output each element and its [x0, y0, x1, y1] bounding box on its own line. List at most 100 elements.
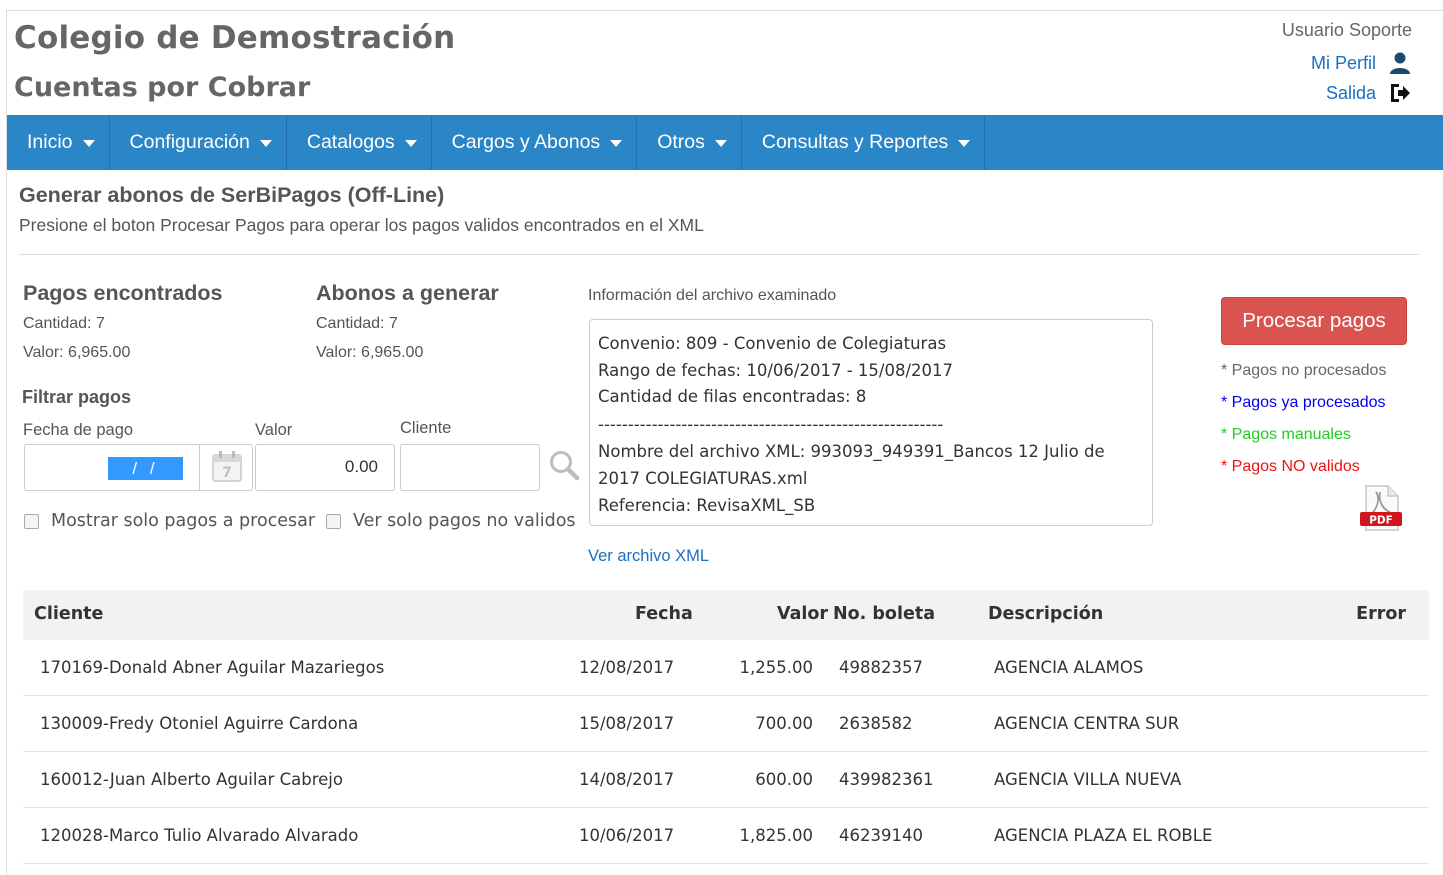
caret-down-icon — [714, 140, 727, 147]
file-info-nombre: Nombre del archivo XML: 993093_949391_Ba… — [598, 442, 1105, 488]
logout-link[interactable]: Salida — [1282, 78, 1412, 108]
pdf-icon[interactable]: PDF — [1358, 484, 1406, 534]
user-icon — [1390, 52, 1410, 74]
only-process-label: Mostrar solo pagos a procesar — [51, 511, 316, 531]
calendar-icon: 7 — [212, 451, 242, 482]
cell-valor: 600.00 — [755, 770, 813, 789]
only-invalid-label: Ver solo pagos no validos — [353, 511, 576, 531]
nav-label: Inicio — [27, 131, 73, 153]
caret-down-icon — [404, 140, 417, 147]
cell-fecha: 10/06/2017 — [579, 826, 675, 845]
view-xml-link[interactable]: Ver archivo XML — [588, 547, 709, 566]
cell-boleta: 49882357 — [839, 658, 923, 677]
cell-cliente: 170169-Donald Abner Aguilar Mazariegos — [40, 658, 385, 677]
file-info-referencia: Referencia: RevisaXML_SB — [598, 495, 816, 515]
generate-count: Cantidad: 7 — [316, 315, 398, 332]
nav-label: Otros — [657, 131, 705, 153]
client-label: Cliente — [400, 419, 452, 437]
module-title: Cuentas por Cobrar — [14, 72, 311, 103]
found-title: Pagos encontrados — [23, 281, 223, 305]
process-payments-button[interactable]: Procesar pagos — [1221, 297, 1407, 345]
cell-valor: 700.00 — [755, 714, 813, 733]
svg-text:7: 7 — [222, 465, 232, 481]
nav-otros[interactable]: Otros — [637, 115, 742, 170]
client-input[interactable] — [400, 444, 540, 491]
col-valor[interactable]: Valor — [777, 604, 828, 624]
school-title: Colegio de Demostración — [14, 20, 456, 56]
cell-boleta: 2638582 — [839, 714, 913, 733]
caret-down-icon — [82, 140, 95, 147]
cell-cliente: 130009-Fredy Otoniel Aguirre Cardona — [40, 714, 359, 733]
pdf-label: PDF — [1369, 515, 1393, 527]
legend-manual: * Pagos manuales — [1221, 426, 1351, 443]
caret-down-icon — [958, 140, 971, 147]
filter-title: Filtrar pagos — [22, 387, 132, 407]
checkbox-box[interactable] — [24, 513, 39, 529]
date-field[interactable]: / / 7 — [24, 444, 253, 491]
nav-cargos-abonos[interactable]: Cargos y Abonos — [432, 115, 638, 170]
file-info-convenio: Convenio: 809 - Convenio de Colegiaturas — [598, 334, 947, 353]
value-label: Valor — [255, 421, 293, 439]
generate-value: Valor: 6,965.00 — [316, 344, 424, 361]
main-nav: Inicio Configuración Catalogos Cargos y … — [7, 115, 1443, 170]
only-invalid-checkbox[interactable]: Ver solo pagos no validos — [326, 511, 576, 531]
cell-cliente: 160012-Juan Alberto Aguilar Cabrejo — [40, 770, 343, 789]
divider — [19, 254, 1419, 255]
table-row[interactable]: 170169-Donald Abner Aguilar Mazariegos 1… — [23, 640, 1429, 696]
generate-title: Abonos a generar — [316, 281, 499, 305]
nav-inicio[interactable]: Inicio — [7, 115, 110, 170]
file-info-rango: Rango de fechas: 10/06/2017 - 15/08/2017 — [598, 360, 953, 380]
nav-configuracion[interactable]: Configuración — [110, 115, 287, 170]
nav-label: Configuración — [129, 131, 250, 153]
nav-consultas-reportes[interactable]: Consultas y Reportes — [742, 115, 986, 170]
col-error[interactable]: Error — [1356, 604, 1406, 624]
found-value: Valor: 6,965.00 — [23, 344, 131, 361]
cell-fecha: 15/08/2017 — [579, 714, 675, 733]
cell-boleta: 46239140 — [839, 826, 923, 845]
nav-label: Catalogos — [306, 131, 395, 153]
page-description: Presione el boton Procesar Pagos para op… — [19, 215, 704, 235]
search-icon[interactable] — [547, 449, 581, 483]
calendar-button[interactable]: 7 — [199, 445, 253, 490]
cell-descripcion: AGENCIA VILLA NUEVA — [994, 770, 1182, 789]
legend-invalid: * Pagos NO validos — [1221, 458, 1360, 475]
table-row[interactable]: 130009-Fredy Otoniel Aguirre Cardona 15/… — [23, 696, 1429, 752]
caret-down-icon — [259, 140, 272, 147]
cell-cliente: 120028-Marco Tulio Alvarado Alvarado — [40, 826, 359, 845]
page-title: Generar abonos de SerBiPagos (Off-Line) — [19, 183, 445, 207]
value-input-text: 0.00 — [344, 457, 378, 476]
legend-not-processed: * Pagos no procesados — [1221, 362, 1387, 379]
cell-descripcion: AGENCIA PLAZA EL ROBLE — [994, 826, 1213, 845]
profile-link[interactable]: Mi Perfil — [1282, 48, 1412, 78]
date-label: Fecha de pago — [23, 421, 134, 439]
cell-fecha: 12/08/2017 — [579, 658, 675, 677]
cell-valor: 1,255.00 — [739, 658, 813, 677]
cell-descripcion: AGENCIA CENTRA SUR — [994, 714, 1180, 733]
user-box: Usuario Soporte Mi Perfil Salida — [1282, 20, 1412, 108]
file-info-filas: Cantidad de filas encontradas: 8 — [598, 387, 867, 407]
cell-descripcion: AGENCIA ALAMOS — [994, 658, 1144, 677]
profile-link-label: Mi Perfil — [1310, 53, 1376, 73]
found-count: Cantidad: 7 — [23, 315, 105, 332]
user-name: Usuario Soporte — [1281, 20, 1412, 40]
caret-down-icon — [610, 140, 623, 147]
col-descripcion[interactable]: Descripción — [988, 604, 1103, 624]
nav-label: Cargos y Abonos — [451, 131, 601, 153]
table-row[interactable]: 120028-Marco Tulio Alvarado Alvarado 10/… — [23, 808, 1429, 864]
nav-label: Consultas y Reportes — [761, 131, 949, 153]
col-fecha[interactable]: Fecha — [635, 604, 693, 624]
file-info-box: Convenio: 809 - Convenio de Colegiaturas… — [589, 319, 1153, 526]
col-cliente[interactable]: Cliente — [34, 604, 103, 624]
cell-valor: 1,825.00 — [739, 826, 813, 845]
only-process-checkbox[interactable]: Mostrar solo pagos a procesar — [24, 511, 315, 531]
table-header: Cliente Fecha Valor No. boleta Descripci… — [23, 590, 1429, 640]
date-value: / / — [108, 457, 183, 480]
table-row[interactable]: 160012-Juan Alberto Aguilar Cabrejo 14/0… — [23, 752, 1429, 808]
file-info-label: Información del archivo examinado — [588, 287, 837, 304]
nav-catalogos[interactable]: Catalogos — [287, 115, 432, 170]
legend-already-processed: * Pagos ya procesados — [1221, 394, 1386, 411]
checkbox-box[interactable] — [326, 513, 341, 529]
value-input[interactable]: 0.00 — [255, 444, 395, 491]
sign-out-icon — [1391, 84, 1410, 102]
col-boleta[interactable]: No. boleta — [833, 604, 935, 624]
